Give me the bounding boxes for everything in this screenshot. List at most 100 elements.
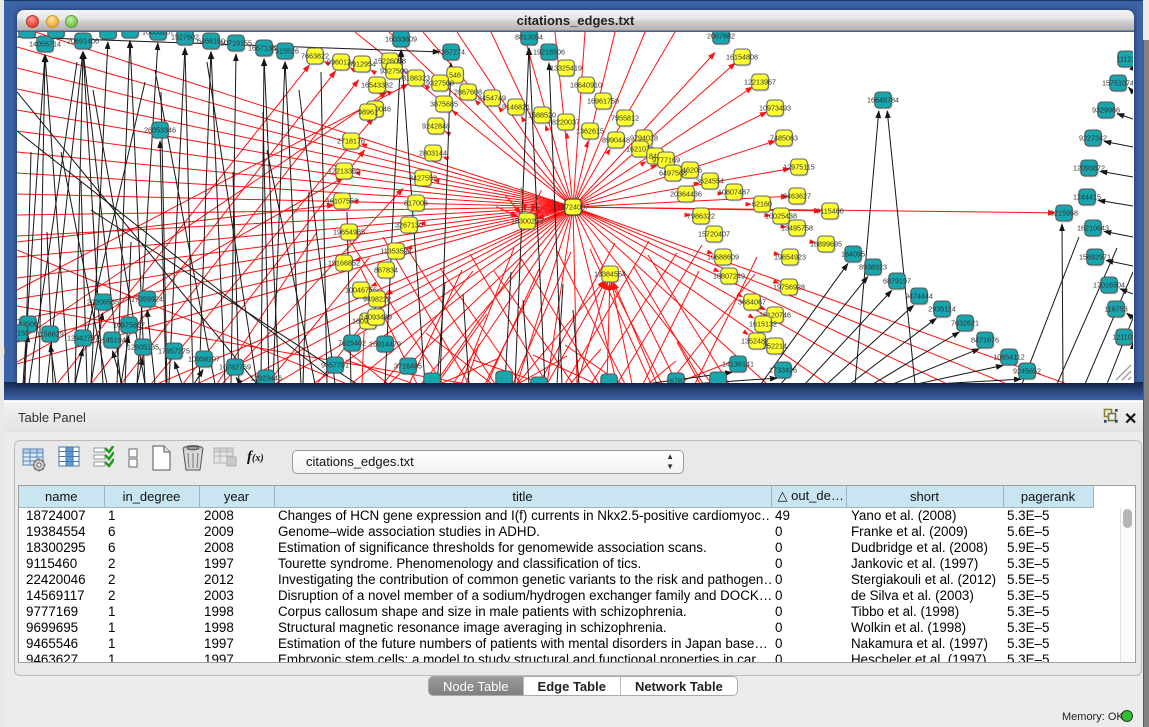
- svg-text:13495758: 13495758: [781, 224, 813, 233]
- svg-text:2087682: 2087682: [707, 32, 735, 41]
- svg-text:16782: 16782: [666, 377, 686, 383]
- svg-text:9115460: 9115460: [816, 207, 843, 216]
- svg-text:16210643: 16210643: [1077, 224, 1109, 233]
- svg-text:164095: 164095: [841, 250, 865, 259]
- svg-text:9327508: 9327508: [426, 79, 454, 88]
- svg-text:19654923: 19654923: [774, 253, 806, 262]
- svg-text:9146821: 9146821: [502, 103, 530, 112]
- svg-text:11123: 11123: [1117, 55, 1133, 64]
- svg-text:14055714: 14055714: [29, 40, 61, 49]
- svg-text:8471676: 8471676: [971, 336, 999, 345]
- svg-text:8220037: 8220037: [552, 118, 580, 127]
- svg-text:3716485: 3716485: [394, 362, 422, 371]
- svg-text:1362615: 1362615: [576, 127, 604, 136]
- svg-text:1244415: 1244415: [1073, 193, 1101, 202]
- svg-text:13325419: 13325419: [550, 64, 582, 73]
- svg-text:7625402: 7625402: [338, 339, 366, 348]
- svg-text:8990448: 8990448: [602, 136, 630, 145]
- svg-text:19218506: 19218506: [533, 48, 565, 57]
- svg-text:20206535: 20206535: [87, 298, 119, 307]
- svg-text:17957275: 17957275: [158, 347, 190, 356]
- svg-text:18300295: 18300295: [511, 217, 543, 226]
- svg-text:10688609: 10688609: [707, 253, 739, 262]
- svg-text:9329966: 9329966: [1092, 106, 1120, 115]
- svg-text:7986322: 7986322: [687, 212, 715, 221]
- svg-text:16782759: 16782759: [219, 363, 251, 372]
- svg-text:16648784: 16648784: [867, 96, 899, 105]
- svg-text:8912954: 8912954: [348, 60, 376, 69]
- svg-text:9498222: 9498222: [363, 295, 391, 304]
- svg-text:12505135: 12505135: [127, 343, 159, 352]
- svg-text:2718176: 2718176: [337, 137, 365, 146]
- svg-text:16914479: 16914479: [369, 340, 401, 349]
- svg-text:1615132: 1615132: [749, 320, 777, 329]
- svg-text:8427552: 8427552: [409, 174, 437, 183]
- svg-text:15692971: 15692971: [1079, 253, 1111, 262]
- svg-text:19756928: 19756928: [773, 283, 805, 292]
- svg-text:12923446: 12923446: [250, 374, 282, 383]
- svg-text:1145194: 1145194: [98, 336, 125, 345]
- svg-text:10973493: 10973493: [759, 104, 791, 113]
- svg-text:10807487: 10807487: [718, 188, 750, 197]
- svg-text:3267130: 3267130: [395, 221, 423, 230]
- svg-text:12975115: 12975115: [783, 163, 814, 172]
- svg-text:16154808: 16154808: [726, 53, 758, 62]
- svg-text:8813054: 8813054: [515, 33, 543, 42]
- svg-text:18807249: 18807249: [713, 272, 745, 281]
- svg-text:6497568: 6497568: [659, 169, 687, 178]
- svg-text:8938923: 8938923: [859, 263, 887, 272]
- svg-text:20691406: 20691406: [67, 37, 99, 46]
- svg-text:15751074: 15751074: [1102, 79, 1133, 88]
- svg-text:12213967: 12213967: [744, 78, 776, 87]
- svg-text:252214: 252214: [763, 342, 787, 351]
- svg-text:17016504: 17016504: [1093, 281, 1125, 290]
- svg-text:6879197: 6879197: [883, 277, 911, 286]
- svg-text:7485063: 7485063: [770, 134, 798, 143]
- svg-text:17359924: 17359924: [131, 295, 163, 304]
- svg-text:16961758: 16961758: [587, 97, 619, 106]
- svg-text:16543382: 16543382: [361, 81, 393, 90]
- svg-text:9777169: 9777169: [652, 156, 680, 165]
- svg-text:16033809: 16033809: [385, 35, 417, 44]
- svg-text:39159: 39159: [17, 329, 29, 338]
- svg-text:16107552: 16107552: [326, 197, 358, 206]
- svg-text:9242848: 9242848: [422, 122, 450, 131]
- svg-text:15720407: 15720407: [698, 230, 730, 239]
- svg-text:98961: 98961: [358, 108, 378, 117]
- svg-text:19166852: 19166852: [328, 259, 360, 268]
- svg-text:817006: 817006: [404, 199, 428, 208]
- svg-text:1156829: 1156829: [36, 330, 63, 339]
- svg-text:9463627: 9463627: [783, 192, 811, 201]
- svg-text:867834: 867834: [374, 266, 398, 275]
- svg-text:19654985: 19654985: [333, 228, 365, 237]
- svg-text:10654112: 10654112: [993, 353, 1024, 362]
- svg-text:10975887: 10975887: [113, 321, 145, 330]
- svg-text:14136141: 14136141: [722, 360, 754, 369]
- svg-text:1733426: 1733426: [769, 366, 797, 375]
- svg-text:9657791: 9657791: [321, 361, 349, 370]
- svg-text:3215958: 3215958: [1050, 209, 1078, 218]
- svg-text:7663822: 7663822: [301, 52, 329, 61]
- svg-text:11353594: 11353594: [380, 247, 411, 256]
- svg-text:18640910: 18640910: [570, 81, 602, 90]
- svg-text:18724007: 18724007: [557, 203, 589, 212]
- svg-text:7632621: 7632621: [951, 319, 979, 328]
- svg-text:9474444: 9474444: [905, 292, 933, 301]
- svg-text:12093872: 12093872: [1073, 164, 1105, 173]
- svg-text:7955812: 7955812: [611, 114, 639, 123]
- svg-text:9245652: 9245652: [1013, 367, 1041, 376]
- svg-text:3684067: 3684067: [738, 298, 766, 307]
- svg-text:16899695: 16899695: [810, 240, 842, 249]
- svg-text:1527602: 1527602: [171, 33, 199, 42]
- svg-text:7515526: 7515526: [271, 47, 299, 56]
- svg-text:8454749: 8454749: [478, 94, 506, 103]
- svg-text:9227342: 9227342: [1079, 134, 1107, 143]
- svg-text:12942757: 12942757: [67, 334, 99, 343]
- svg-text:3624554: 3624554: [696, 177, 724, 186]
- svg-text:19384554: 19384554: [594, 270, 626, 279]
- svg-text:12213369: 12213369: [328, 167, 360, 176]
- svg-text:2803144: 2803144: [419, 149, 447, 158]
- svg-text:14093489: 14093489: [360, 313, 392, 322]
- svg-text:3875685: 3875685: [430, 100, 458, 109]
- svg-text:20364436: 20364436: [670, 190, 702, 199]
